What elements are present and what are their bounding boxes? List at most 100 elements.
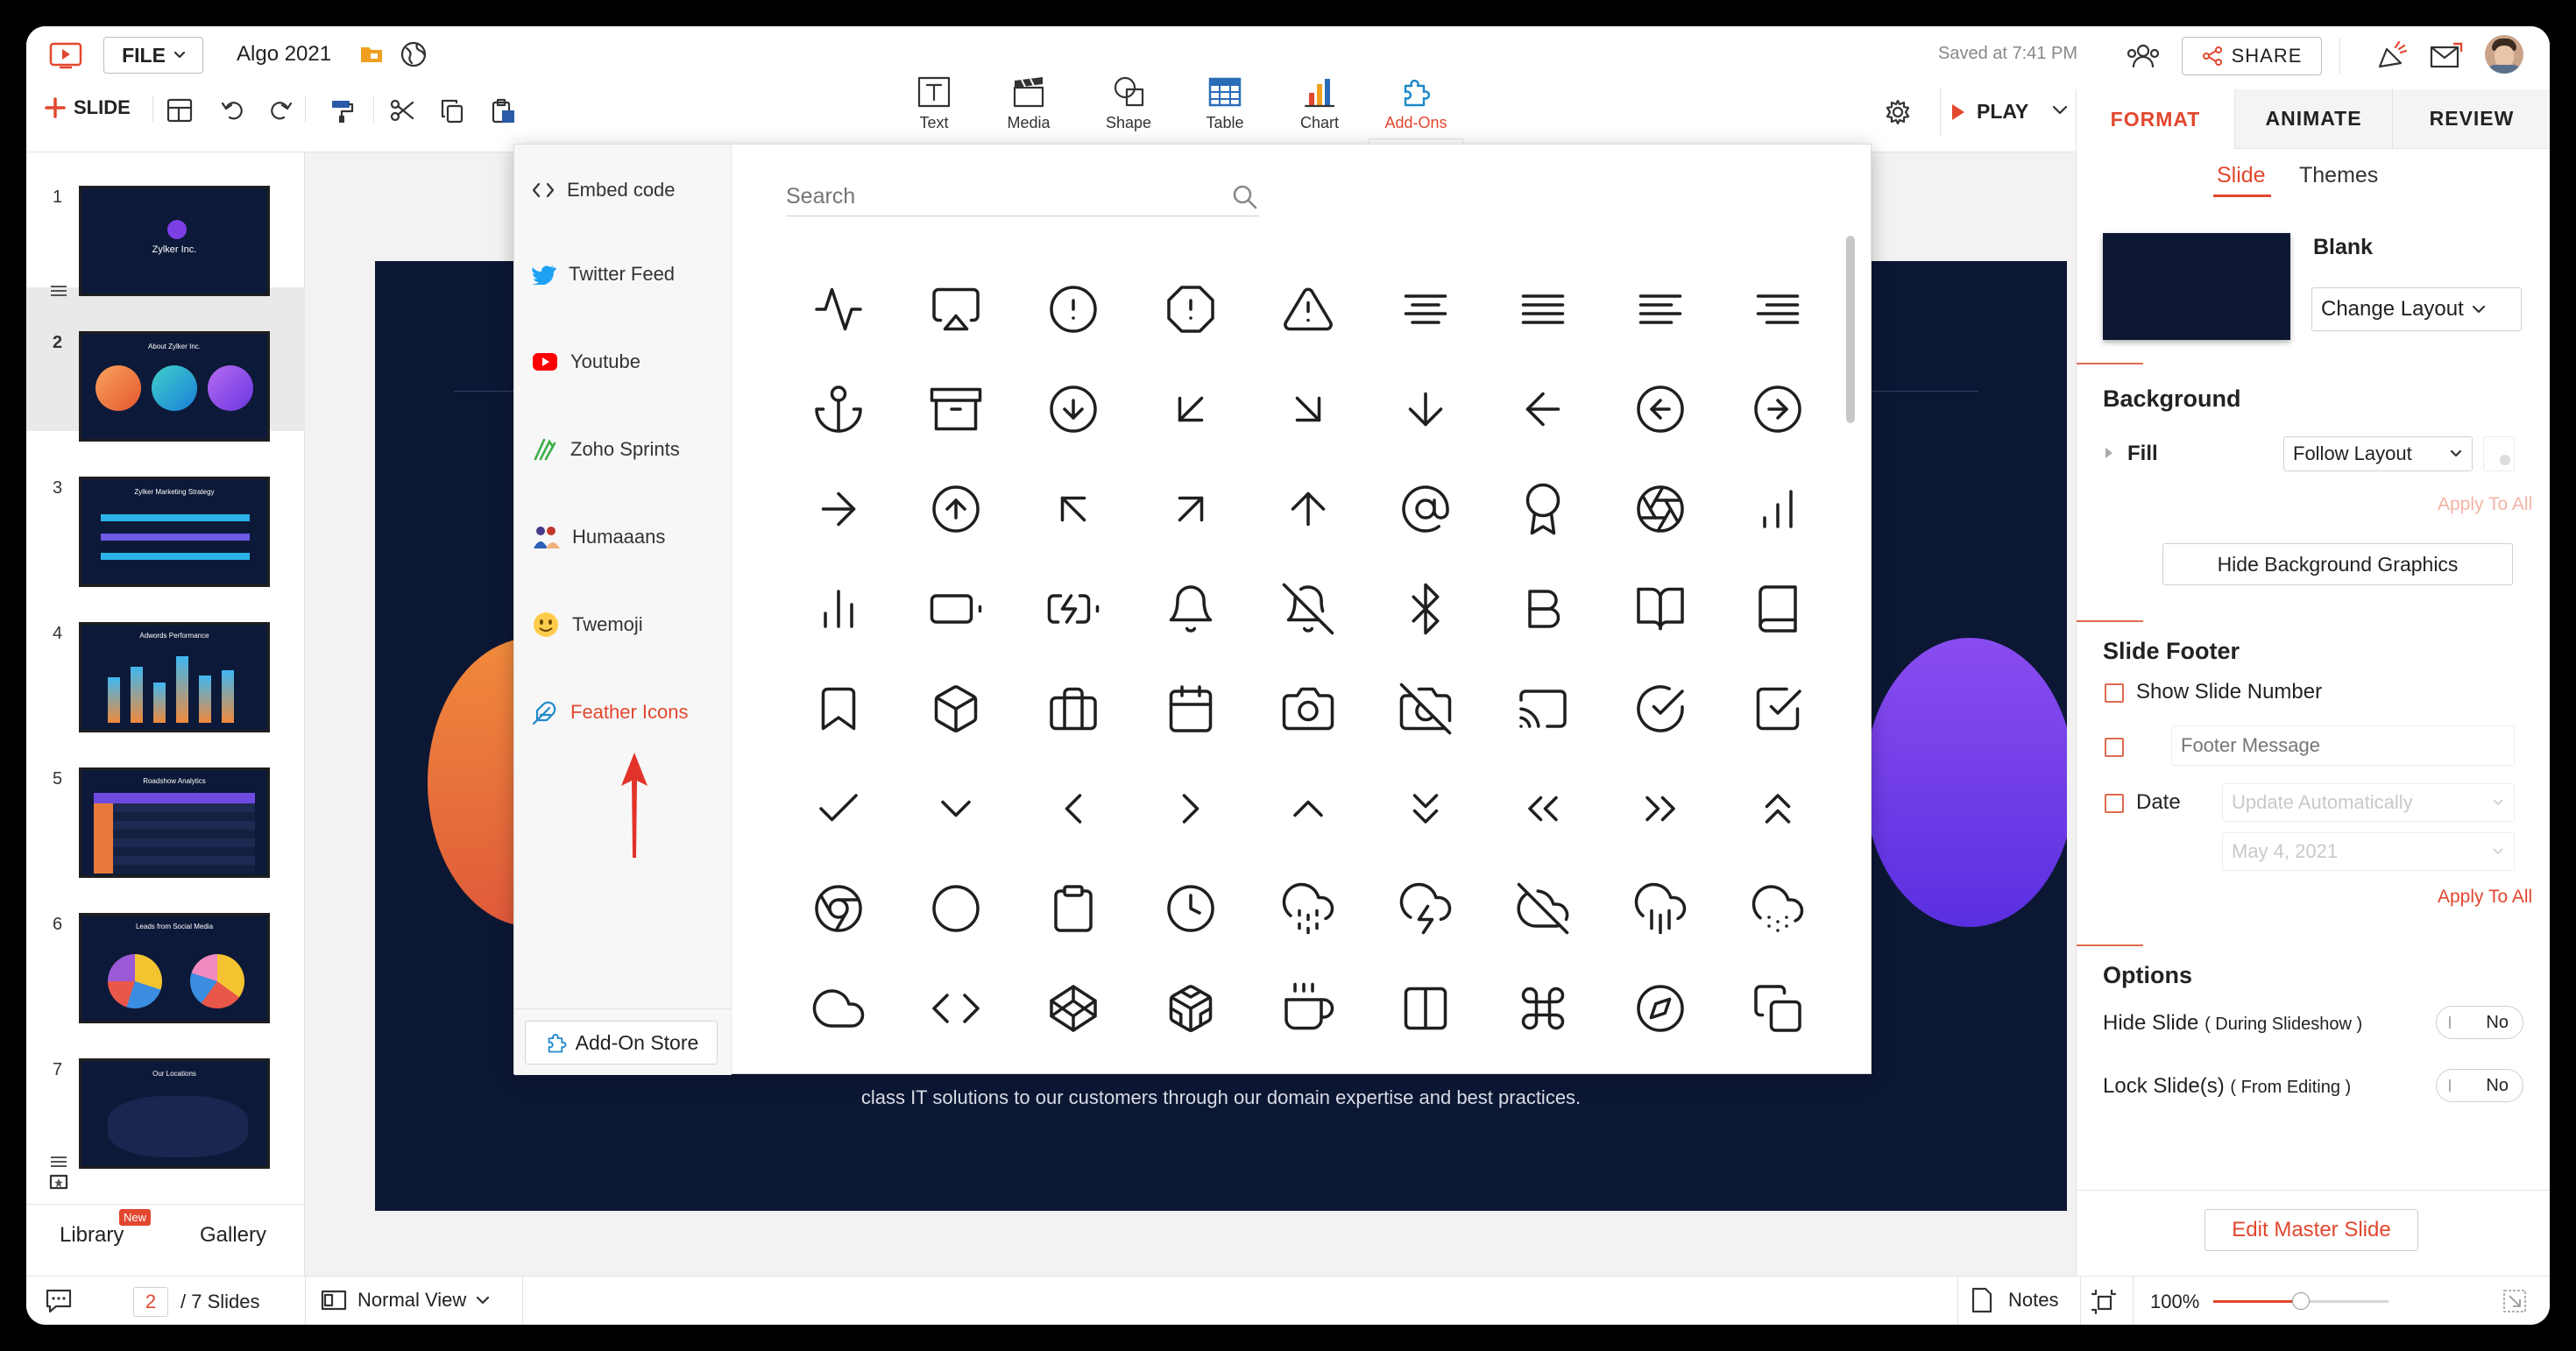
addon-zoho-sprints[interactable]: Zoho Sprints	[532, 430, 680, 469]
slide-thumbnail-4[interactable]: Adwords Performance	[79, 622, 270, 732]
check-icon[interactable]	[812, 782, 865, 835]
insert-shape-button[interactable]: Shape	[1085, 75, 1172, 132]
feedback-mail-icon[interactable]	[2429, 40, 2464, 70]
bar-chart-2-icon[interactable]	[812, 583, 865, 635]
fill-color-picker[interactable]	[2483, 436, 2515, 471]
format-painter-icon[interactable]	[329, 98, 354, 124]
gallery-tab[interactable]: Gallery	[200, 1223, 266, 1248]
arrow-left-circle-icon[interactable]	[1634, 383, 1687, 435]
slide-thumbnail-1[interactable]: Zylker Inc.	[79, 186, 270, 296]
arrow-up-left-icon[interactable]	[1047, 483, 1100, 535]
insert-text-button[interactable]: Text	[890, 75, 978, 132]
announcement-icon[interactable]	[2374, 40, 2410, 72]
folder-icon[interactable]	[359, 44, 384, 65]
subtab-slide[interactable]: Slide	[2217, 163, 2266, 188]
activity-icon[interactable]	[812, 283, 865, 336]
copy-icon[interactable]	[440, 98, 464, 124]
show-logo-icon[interactable]	[49, 42, 82, 70]
date-mode-dropdown[interactable]: Update Automatically	[2222, 783, 2515, 822]
bell-off-icon[interactable]	[1282, 583, 1334, 635]
tab-review[interactable]: REVIEW	[2392, 89, 2550, 149]
date-format-dropdown[interactable]: May 4, 2021	[2222, 832, 2515, 871]
chevron-left-icon[interactable]	[1047, 782, 1100, 835]
hide-background-graphics-button[interactable]: Hide Background Graphics	[2162, 543, 2513, 585]
addon-twitter-feed[interactable]: Twitter Feed	[532, 255, 675, 294]
battery-charging-icon[interactable]	[1047, 583, 1100, 635]
chevrons-up-icon[interactable]	[1752, 782, 1804, 835]
arrow-right-circle-icon[interactable]	[1752, 383, 1804, 435]
globe-icon[interactable]	[400, 40, 428, 68]
fullscreen-icon[interactable]	[2502, 1289, 2527, 1313]
new-slide-button[interactable]: SLIDE	[44, 96, 131, 119]
circle-icon[interactable]	[930, 882, 982, 935]
layout-preview[interactable]	[2103, 233, 2290, 340]
airplay-icon[interactable]	[930, 283, 982, 336]
tab-format[interactable]: FORMAT	[2077, 89, 2234, 149]
redo-icon[interactable]	[268, 98, 293, 123]
clock-icon[interactable]	[1164, 882, 1217, 935]
slide-thumbnail-2[interactable]: About Zylker Inc.	[79, 331, 270, 442]
play-button[interactable]: PLAY	[1938, 100, 2028, 124]
lock-slide-toggle[interactable]: No	[2436, 1069, 2523, 1102]
view-mode-dropdown[interactable]: Normal View	[321, 1289, 490, 1312]
collaborators-icon[interactable]	[2124, 42, 2162, 68]
hide-slide-toggle[interactable]: No	[2436, 1006, 2523, 1039]
bell-icon[interactable]	[1164, 583, 1217, 635]
addon-humaaans[interactable]: Humaaans	[532, 518, 665, 556]
addon-embed-code[interactable]: Embed code	[532, 171, 676, 209]
addon-feather-icons[interactable]: Feather Icons	[532, 693, 689, 732]
chevron-up-icon[interactable]	[1282, 782, 1334, 835]
change-layout-dropdown[interactable]: Change Layout	[2311, 287, 2522, 331]
slide-thumbnail-7[interactable]: Our Locations	[79, 1058, 270, 1169]
anchor-icon[interactable]	[812, 383, 865, 435]
bold-icon[interactable]	[1517, 583, 1569, 635]
chevrons-down-icon[interactable]	[1399, 782, 1452, 835]
chevrons-right-icon[interactable]	[1634, 782, 1687, 835]
search-icon[interactable]	[1231, 183, 1259, 211]
codesandbox-icon[interactable]	[1164, 982, 1217, 1035]
chrome-icon[interactable]	[812, 882, 865, 935]
zoom-slider-track[interactable]	[2213, 1292, 2388, 1310]
chat-icon[interactable]	[44, 1287, 74, 1315]
archive-icon[interactable]	[930, 383, 982, 435]
slide-thumbnail-5[interactable]: Roadshow Analytics	[79, 767, 270, 878]
cloud-lightning-icon[interactable]	[1399, 882, 1452, 935]
chevrons-left-icon[interactable]	[1517, 782, 1569, 835]
document-title[interactable]: Algo 2021	[237, 42, 331, 67]
arrow-down-left-icon[interactable]	[1164, 383, 1217, 435]
subtab-themes[interactable]: Themes	[2299, 163, 2378, 188]
layout-icon[interactable]	[166, 98, 193, 123]
edit-master-slide-button[interactable]: Edit Master Slide	[2204, 1209, 2418, 1251]
bookmark-icon[interactable]	[812, 683, 865, 735]
file-menu-button[interactable]: FILE	[103, 37, 203, 74]
page-number-input[interactable]: 2	[133, 1287, 168, 1317]
camera-off-icon[interactable]	[1399, 683, 1452, 735]
slide-body-text[interactable]: class IT solutions to our customers thro…	[375, 1086, 2067, 1109]
share-button[interactable]: SHARE	[2182, 37, 2322, 75]
cloud-icon[interactable]	[812, 982, 865, 1035]
fill-dropdown[interactable]: Follow Layout	[2283, 436, 2473, 471]
cloud-snow-icon[interactable]	[1752, 882, 1804, 935]
cloud-rain-icon[interactable]	[1634, 882, 1687, 935]
compass-icon[interactable]	[1634, 982, 1687, 1035]
play-options-chevron-icon[interactable]	[2052, 105, 2068, 116]
align-right-icon[interactable]	[1752, 283, 1804, 336]
settings-gear-icon[interactable]	[1884, 98, 1912, 126]
briefcase-icon[interactable]	[1047, 683, 1100, 735]
chevron-right-icon[interactable]	[1164, 782, 1217, 835]
bar-chart-icon[interactable]	[1752, 483, 1804, 535]
footer-apply-to-all-link[interactable]: Apply To All	[2438, 887, 2532, 908]
slide-thumbnail-3[interactable]: Zylker Marketing Strategy	[79, 477, 270, 587]
copy-icon[interactable]	[1752, 982, 1804, 1035]
box-icon[interactable]	[930, 683, 982, 735]
addon-store-button[interactable]: Add-On Store	[525, 1021, 718, 1065]
arrow-right-icon[interactable]	[812, 483, 865, 535]
addon-twemoji[interactable]: Twemoji	[532, 605, 643, 644]
scissors-icon[interactable]	[389, 98, 415, 123]
cloud-drizzle-icon[interactable]	[1282, 882, 1334, 935]
paste-icon[interactable]	[491, 98, 517, 124]
notes-button[interactable]: Notes	[1971, 1287, 2058, 1313]
arrow-up-right-icon[interactable]	[1164, 483, 1217, 535]
camera-icon[interactable]	[1282, 683, 1334, 735]
arrow-down-icon[interactable]	[1399, 383, 1452, 435]
